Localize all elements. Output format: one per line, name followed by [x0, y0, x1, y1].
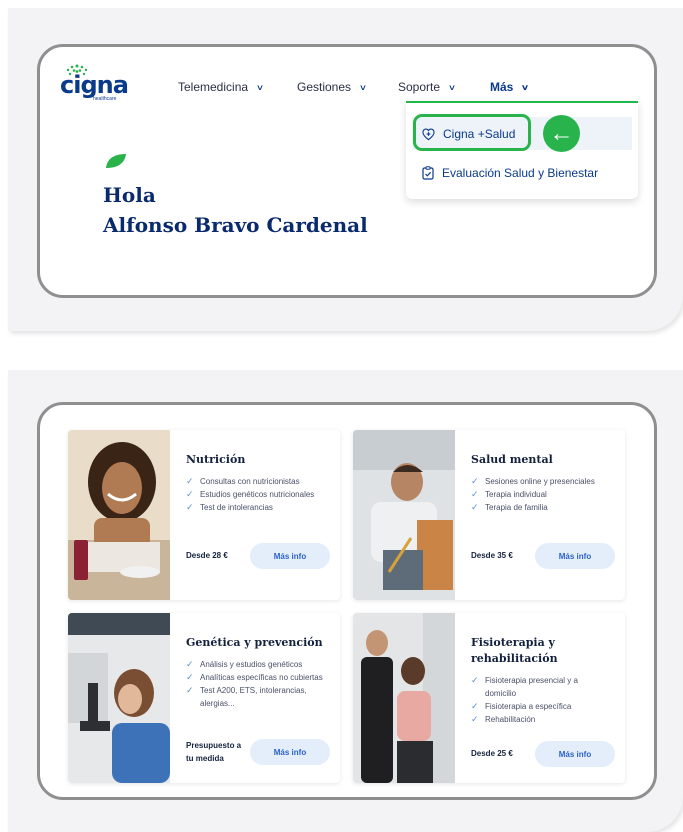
check-icon: ✓: [471, 489, 479, 499]
service-card-genetica: Genética y prevención ✓ Análisis y estudi…: [68, 613, 340, 783]
list-item: ✓ Test A200, ETS, intolerancias, alergias…: [186, 685, 307, 708]
card-price: Desde 25 €: [471, 749, 513, 758]
check-icon: ✓: [186, 672, 194, 682]
list-item: ✓ Consultas con nutricionistas: [186, 476, 300, 486]
logo-subtitle: healthcare: [93, 96, 117, 102]
photo-lab-microscope: [68, 613, 170, 783]
nav-label: Más: [490, 80, 514, 94]
photo-woman-smiling: [68, 430, 170, 600]
dropdown-item-label: Evaluación Salud y Bienestar: [442, 166, 599, 180]
chevron-down-icon: ∨: [521, 82, 530, 92]
greeting-user-name: Alfonso Bravo Cardenal: [103, 213, 368, 237]
chevron-down-icon: ∨: [358, 82, 368, 92]
check-icon: ✓: [186, 489, 194, 499]
dropdown-item-evaluacion[interactable]: Evaluación Salud y Bienestar: [422, 166, 598, 180]
card-price: Desde 35 €: [471, 551, 513, 560]
cigna-logo[interactable]: cigna healthcare: [59, 64, 129, 104]
card-feature-list: ✓ Sesiones online y presenciales ✓ Terapia…: [471, 475, 611, 514]
card-price: Presupuesto a tu medida: [186, 741, 242, 763]
logo-wordmark: cigna: [60, 71, 129, 99]
service-card-fisioterapia: Fisioterapia y rehabilitación ✓ Fisiotera…: [353, 613, 625, 783]
list-item: ✓ Rehabilitación: [471, 714, 536, 724]
list-item: ✓ Sesiones online y presenciales: [471, 476, 595, 486]
photo-therapy-session: [353, 430, 455, 600]
nav-label: Soporte: [398, 80, 441, 94]
nav-label: Gestiones: [297, 80, 352, 94]
check-icon: ✓: [471, 675, 479, 685]
list-item: ✓ Test de intolerancias: [186, 502, 273, 512]
list-item: ✓ Terapia individual: [471, 489, 547, 499]
card-feature-list: ✓ Fisioterapia presencial y a domicilio ✓…: [471, 674, 611, 726]
service-card-nutricion: Nutrición ✓ Consultas con nutricionistas …: [68, 430, 340, 600]
clipboard-check-icon: [422, 166, 434, 180]
nav-soporte[interactable]: Soporte ∨: [398, 80, 457, 94]
card-title: Genética y prevención: [186, 636, 323, 649]
photo-physiotherapy: [353, 613, 455, 783]
service-card-salud-mental: Salud mental ✓ Sesiones online y presenci…: [353, 430, 625, 600]
mas-info-button[interactable]: Más info: [250, 739, 330, 765]
card-title: Salud mental: [471, 453, 553, 466]
annotation-highlight-outline: [413, 114, 531, 151]
nav-telemedicina[interactable]: Telemedicina ∨: [178, 80, 265, 94]
mas-info-button[interactable]: Más info: [535, 741, 615, 767]
list-item: ✓ Análisis y estudios genéticos: [186, 659, 303, 669]
check-icon: ✓: [186, 659, 194, 669]
card-title: Nutrición: [186, 453, 246, 466]
mas-info-button[interactable]: Más info: [250, 543, 330, 569]
card-title: Fisioterapia y rehabilitación: [471, 636, 558, 665]
check-icon: ✓: [471, 476, 479, 486]
check-icon: ✓: [186, 685, 194, 695]
nav-label: Telemedicina: [178, 80, 249, 94]
check-icon: ✓: [471, 714, 479, 724]
list-item: ✓ Terapia de familia: [471, 502, 548, 512]
list-item: ✓ Fisioterapia presencial y a domicilio: [471, 675, 578, 698]
check-icon: ✓: [186, 502, 194, 512]
leaf-icon: [106, 154, 126, 168]
chevron-down-icon: ∨: [255, 82, 265, 92]
list-item: ✓ Analíticas específicas no cubiertas: [186, 672, 323, 682]
arrow-left-icon: ←: [543, 115, 580, 152]
list-item: ✓ Fisioterapia a específica: [471, 701, 572, 711]
check-icon: ✓: [186, 476, 194, 486]
check-icon: ✓: [471, 502, 479, 512]
mas-info-button[interactable]: Más info: [535, 543, 615, 569]
check-icon: ✓: [471, 701, 479, 711]
card-price: Desde 28 €: [186, 551, 228, 560]
greeting-hola: Hola: [103, 183, 156, 207]
list-item: ✓ Estudios genéticos nutricionales: [186, 489, 315, 499]
chevron-down-icon: ∨: [447, 82, 457, 92]
nav-mas[interactable]: Más ∨: [490, 80, 530, 94]
card-feature-list: ✓ Consultas con nutricionistas ✓ Estudios …: [186, 475, 326, 514]
card-feature-list: ✓ Análisis y estudios genéticos ✓ Analític…: [186, 658, 326, 710]
nav-gestiones[interactable]: Gestiones ∨: [297, 80, 368, 94]
